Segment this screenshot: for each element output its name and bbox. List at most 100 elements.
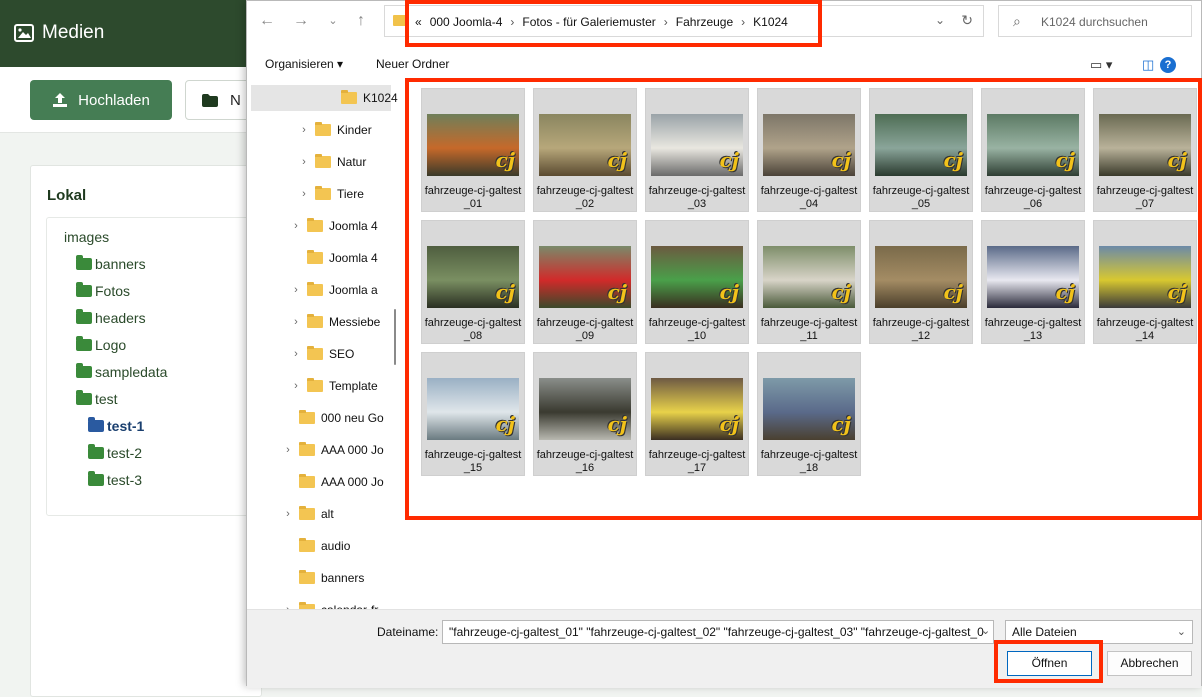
preview-pane-icon[interactable]: ◫ bbox=[1142, 57, 1154, 73]
search-icon: ⌕ bbox=[1013, 13, 1021, 29]
breadcrumb-item[interactable]: Fotos - für Galeriemuster bbox=[522, 15, 655, 29]
nav-item-label: Template bbox=[329, 379, 378, 393]
file-tile[interactable]: cj fahrzeuge-cj-galtest_17 bbox=[645, 352, 749, 476]
tree-item[interactable]: sampledata bbox=[76, 363, 167, 380]
nav-item[interactable]: Joomla 4 bbox=[291, 250, 378, 265]
chevron-down-icon[interactable]: ⌄ bbox=[981, 624, 990, 637]
chevron-right-icon[interactable]: › bbox=[291, 380, 301, 392]
file-tile[interactable]: cj fahrzeuge-cj-galtest_16 bbox=[533, 352, 637, 476]
nav-item-label: AAA 000 Jo bbox=[321, 475, 384, 489]
chevron-right-icon[interactable]: › bbox=[299, 156, 309, 168]
chevron-right-icon[interactable]: › bbox=[291, 284, 301, 296]
file-tile[interactable]: cj fahrzeuge-cj-galtest_05 bbox=[869, 88, 973, 212]
image-thumbnail: cj bbox=[651, 246, 743, 308]
watermark-logo: cj bbox=[831, 280, 851, 304]
nav-item-label: Kinder bbox=[337, 123, 372, 137]
nav-scrollbar[interactable] bbox=[394, 309, 396, 365]
folder-icon bbox=[299, 506, 315, 520]
image-thumbnail: cj bbox=[539, 114, 631, 176]
file-tile[interactable]: cj fahrzeuge-cj-galtest_13 bbox=[981, 220, 1085, 344]
tree-item[interactable]: images bbox=[64, 229, 109, 245]
image-thumbnail: cj bbox=[427, 114, 519, 176]
nav-item[interactable]: 000 neu Go bbox=[283, 410, 384, 425]
breadcrumb-overflow[interactable]: « bbox=[415, 15, 422, 29]
file-name: fahrzeuge-cj-galtest_10 bbox=[648, 317, 746, 342]
nav-item[interactable]: › Natur bbox=[299, 154, 366, 169]
up-arrow-icon[interactable]: ↑ bbox=[349, 11, 373, 31]
file-name: fahrzeuge-cj-galtest_18 bbox=[760, 449, 858, 474]
breadcrumb-separator: › bbox=[510, 15, 515, 29]
file-tile[interactable]: cj fahrzeuge-cj-galtest_14 bbox=[1093, 220, 1197, 344]
recent-chevron-icon[interactable]: ⌄ bbox=[321, 11, 345, 31]
address-bar[interactable]: « 000 Joomla-4 › Fotos - für Galeriemust… bbox=[384, 5, 984, 37]
nav-item[interactable]: › SEO bbox=[291, 346, 354, 361]
image-thumbnail: cj bbox=[539, 246, 631, 308]
chevron-right-icon[interactable]: › bbox=[283, 444, 293, 456]
open-button[interactable]: Öffnen bbox=[1007, 651, 1092, 676]
file-name: fahrzeuge-cj-galtest_02 bbox=[536, 185, 634, 210]
forward-arrow-icon[interactable]: → bbox=[289, 11, 313, 31]
tree-item[interactable]: test-3 bbox=[88, 471, 142, 488]
help-icon[interactable]: ? bbox=[1160, 57, 1176, 73]
file-tile[interactable]: cj fahrzeuge-cj-galtest_02 bbox=[533, 88, 637, 212]
file-tile[interactable]: cj fahrzeuge-cj-galtest_09 bbox=[533, 220, 637, 344]
tree-item[interactable]: banners bbox=[76, 255, 146, 272]
tree-item[interactable]: Fotos bbox=[76, 282, 130, 299]
file-tile[interactable]: cj fahrzeuge-cj-galtest_08 bbox=[421, 220, 525, 344]
nav-item[interactable]: › Tiere bbox=[299, 186, 364, 201]
organize-menu[interactable]: Organisieren ▾ bbox=[265, 57, 343, 71]
view-mode-icon[interactable]: ▭ ▾ bbox=[1090, 57, 1112, 73]
chevron-right-icon[interactable]: › bbox=[299, 124, 309, 136]
file-tile[interactable]: cj fahrzeuge-cj-galtest_18 bbox=[757, 352, 861, 476]
image-thumbnail: cj bbox=[875, 114, 967, 176]
upload-button[interactable]: Hochladen bbox=[30, 80, 172, 120]
breadcrumb-item[interactable]: K1024 bbox=[753, 15, 788, 29]
nav-item[interactable]: AAA 000 Jo bbox=[283, 474, 384, 489]
nav-item[interactable]: › Joomla a bbox=[291, 282, 378, 297]
file-tile[interactable]: cj fahrzeuge-cj-galtest_01 bbox=[421, 88, 525, 212]
tree-item[interactable]: test-1 bbox=[88, 417, 144, 434]
nav-item[interactable]: K1024 bbox=[325, 90, 398, 105]
file-name: fahrzeuge-cj-galtest_11 bbox=[760, 317, 858, 342]
new-folder-button[interactable]: N bbox=[185, 80, 255, 120]
tree-item[interactable]: headers bbox=[76, 309, 146, 326]
filename-input[interactable]: "fahrzeuge-cj-galtest_01" "fahrzeuge-cj-… bbox=[442, 620, 994, 644]
chevron-right-icon[interactable]: › bbox=[291, 316, 301, 328]
new-folder-command[interactable]: Neuer Ordner bbox=[376, 57, 449, 71]
file-name: fahrzeuge-cj-galtest_07 bbox=[1096, 185, 1194, 210]
file-tile[interactable]: cj fahrzeuge-cj-galtest_06 bbox=[981, 88, 1085, 212]
refresh-icon[interactable]: ↻ bbox=[961, 12, 973, 29]
nav-item[interactable]: › Messiebe bbox=[291, 314, 380, 329]
tree-item[interactable]: Logo bbox=[76, 336, 127, 353]
back-arrow-icon[interactable]: ← bbox=[255, 11, 279, 31]
chevron-down-icon[interactable]: ⌄ bbox=[935, 13, 945, 27]
file-tile[interactable]: cj fahrzeuge-cj-galtest_11 bbox=[757, 220, 861, 344]
cancel-button[interactable]: Abbrechen bbox=[1107, 651, 1192, 676]
nav-item[interactable]: banners bbox=[283, 570, 364, 585]
nav-item[interactable]: › alt bbox=[283, 506, 334, 521]
nav-item[interactable]: audio bbox=[283, 538, 350, 553]
tree-item-label: Logo bbox=[95, 337, 127, 353]
folder-icon bbox=[299, 410, 315, 424]
chevron-right-icon[interactable]: › bbox=[299, 188, 309, 200]
nav-item[interactable]: › Kinder bbox=[299, 122, 372, 137]
image-thumbnail: cj bbox=[1099, 246, 1191, 308]
file-tile[interactable]: cj fahrzeuge-cj-galtest_07 bbox=[1093, 88, 1197, 212]
file-tile[interactable]: cj fahrzeuge-cj-galtest_15 bbox=[421, 352, 525, 476]
chevron-right-icon[interactable]: › bbox=[291, 220, 301, 232]
filetype-select[interactable]: Alle Dateien ⌄ bbox=[1005, 620, 1193, 644]
search-input[interactable]: ⌕ K1024 durchsuchen bbox=[998, 5, 1192, 37]
breadcrumb-item[interactable]: 000 Joomla-4 bbox=[430, 15, 503, 29]
nav-item[interactable]: › Joomla 4 bbox=[291, 218, 378, 233]
file-tile[interactable]: cj fahrzeuge-cj-galtest_12 bbox=[869, 220, 973, 344]
breadcrumb-item[interactable]: Fahrzeuge bbox=[676, 15, 733, 29]
chevron-right-icon[interactable]: › bbox=[283, 508, 293, 520]
chevron-right-icon[interactable]: › bbox=[291, 348, 301, 360]
tree-item[interactable]: test bbox=[76, 390, 118, 407]
tree-item[interactable]: test-2 bbox=[88, 444, 142, 461]
file-tile[interactable]: cj fahrzeuge-cj-galtest_04 bbox=[757, 88, 861, 212]
file-tile[interactable]: cj fahrzeuge-cj-galtest_03 bbox=[645, 88, 749, 212]
nav-item[interactable]: › Template bbox=[291, 378, 378, 393]
file-tile[interactable]: cj fahrzeuge-cj-galtest_10 bbox=[645, 220, 749, 344]
nav-item[interactable]: › AAA 000 Jo bbox=[283, 442, 384, 457]
